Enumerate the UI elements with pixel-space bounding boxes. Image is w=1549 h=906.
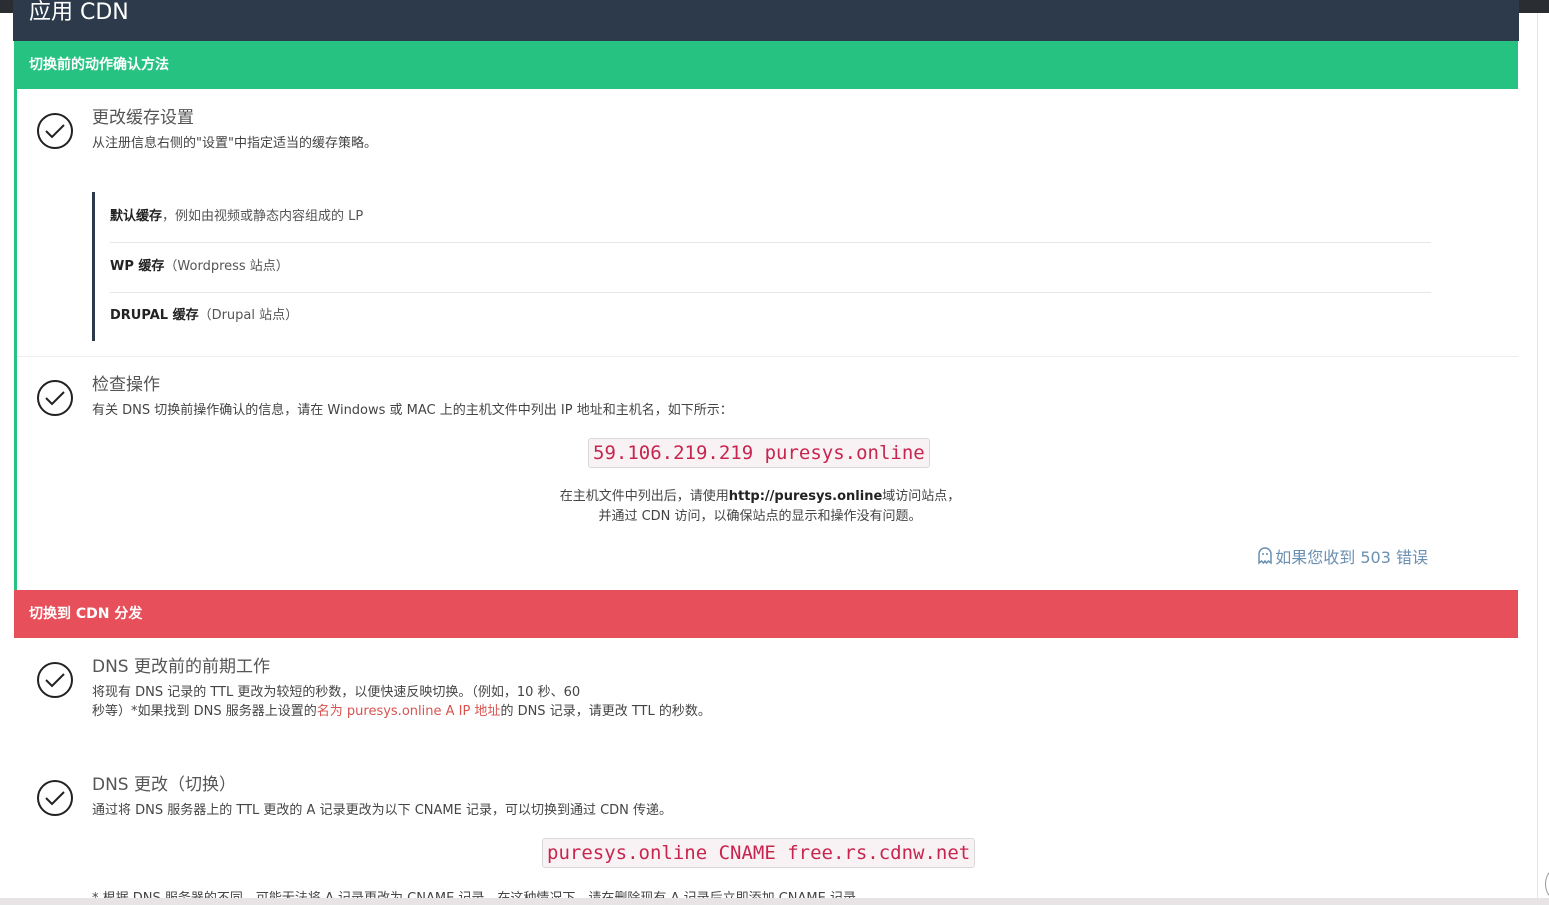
note-text: 并通过 CDN 访问，以确保站点的显示和操作没有问题。 xyxy=(598,509,922,524)
item-desc-check-operation: 有关 DNS 切换前操作确认的信息，请在 Windows 或 MAC 上的主机文… xyxy=(92,403,733,418)
highlighted-record: 名为 puresys.online A IP 地址 xyxy=(316,704,501,719)
cache-option-name: 默认缓存 xyxy=(110,209,163,224)
desc-text: 的 DNS 记录，请更改 TTL 的秒数。 xyxy=(500,704,711,719)
page-title-bar: 应用 CDN xyxy=(13,0,1519,41)
note-text: 在主机文件中列出后，请使用 xyxy=(559,489,729,504)
check-circle-icon xyxy=(37,662,73,698)
scroll-knob[interactable] xyxy=(1545,868,1549,900)
bottom-edge xyxy=(0,898,1549,905)
section-header-switch-cdn: 切换到 CDN 分发 xyxy=(14,590,1518,638)
cache-option-detail: ，例如由视频或静态内容组成的 LP xyxy=(162,209,364,224)
item-title-check-operation: 检查操作 xyxy=(92,375,160,395)
check-circle-icon xyxy=(37,380,73,416)
page-title: 应用 CDN xyxy=(29,0,129,25)
error-503-link[interactable]: 如果您收到 503 错误 xyxy=(1257,544,1428,569)
cname-record-code: puresys.online CNAME free.rs.cdnw.net xyxy=(542,838,976,868)
hosts-usage-note: 在主机文件中列出后，请使用http://puresys.online域访问站点，… xyxy=(455,487,1065,527)
right-divider xyxy=(1537,13,1538,905)
hosts-entry-code: 59.106.219.219 puresys.online xyxy=(588,438,930,468)
cache-option-name: DRUPAL 缓存 xyxy=(110,308,199,323)
cache-option-detail: （Drupal 站点） xyxy=(198,308,299,323)
ghost-icon xyxy=(1257,547,1273,569)
check-circle-icon xyxy=(37,780,73,816)
section-header-pre-switch-check: 切换前的动作确认方法 xyxy=(14,41,1518,89)
cache-option-detail: （Wordpress 站点） xyxy=(164,259,289,274)
cache-option-drupal: DRUPAL 缓存（Drupal 站点） xyxy=(110,291,1431,341)
item-title-dns-prework: DNS 更改前的前期工作 xyxy=(92,657,271,677)
cache-option-name: WP 缓存 xyxy=(110,259,165,274)
right-margin xyxy=(1519,13,1549,905)
section-header-label: 切换到 CDN 分发 xyxy=(29,606,143,622)
note-text: 域访问站点， xyxy=(882,489,961,504)
site-url: http://puresys.online xyxy=(728,489,883,504)
item-desc-dns-change: 通过将 DNS 服务器上的 TTL 更改的 A 记录更改为以下 CNAME 记录… xyxy=(92,803,673,818)
left-margin xyxy=(0,13,13,905)
cache-options-list: 默认缓存，例如由视频或静态内容组成的 LP WP 缓存（Wordpress 站点… xyxy=(92,192,1431,341)
item-desc-dns-prework-line1: 将现有 DNS 记录的 TTL 更改为较短的秒数，以便快速反映切换。（例如，10… xyxy=(92,685,581,700)
error-503-link-label[interactable]: 如果您收到 503 错误 xyxy=(1275,548,1428,567)
cache-option-default: 默认缓存，例如由视频或静态内容组成的 LP xyxy=(110,192,1431,243)
item-desc-dns-prework-line2: 秒等）*如果找到 DNS 服务器上设置的名为 puresys.online A … xyxy=(92,702,711,722)
item-desc-cache-settings: 从注册信息右侧的"设置"中指定适当的缓存策略。 xyxy=(92,136,377,151)
section-accent-bar xyxy=(14,89,17,590)
section-header-label: 切换前的动作确认方法 xyxy=(29,57,169,73)
item-divider xyxy=(17,356,1518,357)
cache-option-wp: WP 缓存（Wordpress 站点） xyxy=(110,242,1431,293)
item-title-cache-settings: 更改缓存设置 xyxy=(92,108,194,128)
check-circle-icon xyxy=(37,113,73,149)
desc-text: 秒等）*如果找到 DNS 服务器上设置的 xyxy=(92,704,317,719)
item-title-dns-change: DNS 更改（切换） xyxy=(92,775,237,795)
